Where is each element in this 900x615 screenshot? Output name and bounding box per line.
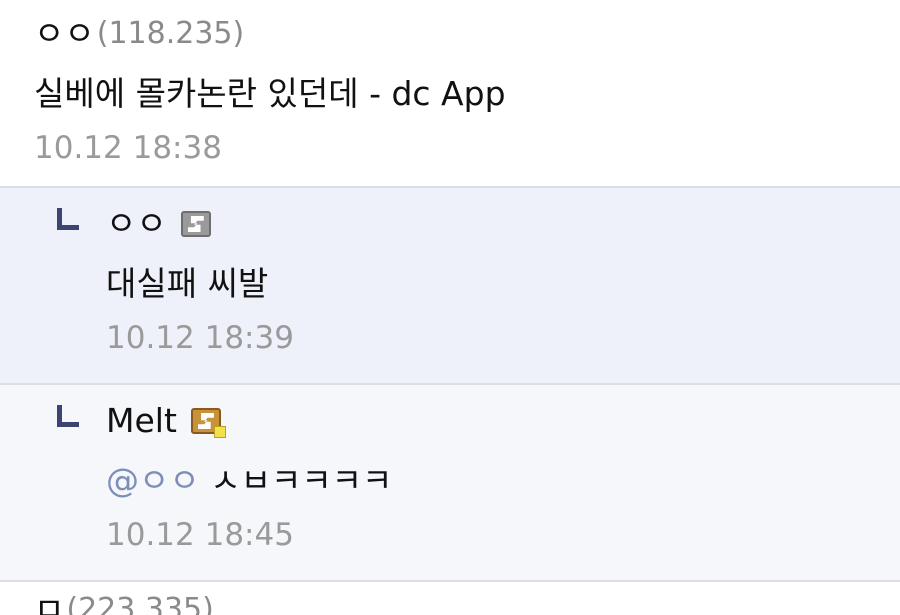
nickname[interactable]: ㅇㅇ [106,202,167,246]
comment-item: ㅇㅇ (118.235) 실베에 몰카논란 있던데 - dc App 10.12… [0,0,900,188]
gallery-badge-icon [180,211,211,237]
comment-author[interactable]: ㅁ (223.335) [34,588,900,615]
comment-date: 10.12 18:39 [106,320,294,356]
comment-author[interactable]: ㅇㅇ [106,202,900,246]
comment-text: @ㅇㅇ ㅅㅂㅋㅋㅋㅋ [106,457,900,505]
ip-address: (118.235) [96,16,245,51]
comment-author[interactable]: ㅇㅇ (118.235) [34,12,900,56]
comment-text-body: ㅅㅂㅋㅋㅋㅋ [210,461,393,500]
comment-item: ㅁ (223.335) [0,582,900,615]
mention-link[interactable]: @ㅇㅇ [106,461,200,500]
reply-item: ㅇㅇ 대실패 씨발 10.12 18:39 [0,188,900,385]
nickname[interactable]: ㅁ [34,588,64,615]
reply-arrow-icon [57,405,79,427]
ip-address: (223.335) [66,592,214,615]
fixed-gallery-badge-icon [190,408,226,438]
reply-item: Melt @ㅇㅇ ㅅㅂㅋㅋㅋㅋ 10.12 18:45 [0,385,900,582]
reply-arrow-icon [57,208,79,230]
comment-author[interactable]: Melt [106,399,900,443]
comment-text: 대실패 씨발 [106,264,269,303]
comment-date: 10.12 18:38 [34,130,222,166]
comment-list: ㅇㅇ (118.235) 실베에 몰카논란 있던데 - dc App 10.12… [0,0,900,615]
comment-date: 10.12 18:45 [106,517,294,553]
comment-text: 실베에 몰카논란 있던데 - dc App [34,74,506,113]
nickname[interactable]: ㅇㅇ [34,12,95,56]
nickname[interactable]: Melt [106,399,177,443]
